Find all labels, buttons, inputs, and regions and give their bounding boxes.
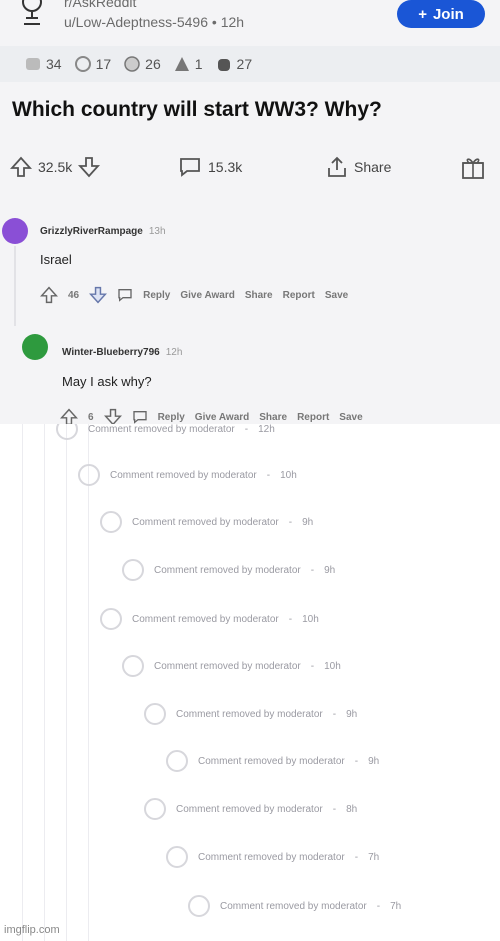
share-button[interactable]: Share [326, 150, 391, 184]
removed-comments-thread: Comment removed by moderator -12h Comment… [0, 424, 500, 941]
award-5[interactable]: 27 [215, 55, 252, 73]
downvote-icon[interactable] [103, 408, 122, 424]
award-icon-5 [217, 59, 230, 71]
deleted-user-icon [144, 703, 166, 725]
deleted-user-icon [166, 750, 188, 772]
removed-comment: Comment removed by moderator -9h [166, 750, 379, 772]
upvote-icon[interactable] [40, 286, 58, 304]
upvote-icon[interactable] [10, 156, 32, 178]
upvote-count: 32.5k [38, 159, 73, 175]
report-button[interactable]: Report [283, 290, 315, 301]
reply-button[interactable]: Reply [143, 290, 170, 301]
upvote-icon[interactable] [60, 408, 78, 424]
thread-line[interactable] [66, 424, 67, 941]
post-screenshot: r/AskReddit u/Low-Adeptness-5496 • 12h +… [0, 0, 500, 424]
post-meta: u/Low-Adeptness-5496 • 12h [64, 14, 244, 30]
award-icon-3 [124, 56, 140, 72]
thread-line[interactable] [14, 246, 16, 326]
comment-icon [180, 158, 200, 177]
awards-bar[interactable]: 34 17 26 1 27 [0, 46, 500, 82]
comment-count: 15.3k [208, 159, 243, 175]
gift-icon [462, 158, 484, 179]
post-title: Which country will start WW3? Why? [12, 98, 382, 121]
removed-comment: Comment removed by moderator -7h [188, 895, 401, 917]
removed-comment: Comment removed by moderator -10h [122, 655, 341, 677]
deleted-user-icon [100, 511, 122, 533]
subreddit-name[interactable]: r/AskReddit [64, 0, 136, 10]
reply-icon[interactable] [117, 287, 133, 303]
deleted-user-icon [78, 464, 100, 486]
subreddit-icon[interactable] [16, 0, 48, 26]
comments-button[interactable]: 15.3k [178, 150, 242, 184]
removed-comment: Comment removed by moderator -8h [144, 798, 357, 820]
join-button[interactable]: + Join [397, 0, 485, 28]
meta-separator: • [211, 14, 217, 30]
share-label: Share [354, 159, 392, 175]
vote-group: 32.5k [10, 150, 101, 184]
give-award-button[interactable]: Give Award [195, 412, 249, 423]
save-button[interactable]: Save [339, 412, 362, 423]
award-2[interactable]: 17 [74, 55, 111, 73]
reply-icon[interactable] [132, 409, 148, 424]
share-button[interactable]: Share [245, 290, 273, 301]
deleted-user-icon [56, 424, 78, 440]
thread-line[interactable] [88, 424, 89, 941]
award-1[interactable]: 34 [24, 55, 62, 73]
award-icon-4 [174, 57, 189, 71]
comment-action-bar: 46 Reply Give Award Share Report Save [40, 286, 348, 304]
post-actions: 32.5k 15.3k Share [0, 150, 500, 184]
thread-line[interactable] [22, 424, 23, 941]
report-button[interactable]: Report [297, 412, 329, 423]
deleted-user-icon [144, 798, 166, 820]
post-time: 12h [220, 14, 245, 30]
deleted-user-icon [166, 846, 188, 868]
downvote-icon[interactable] [78, 156, 101, 178]
avatar[interactable] [22, 334, 48, 360]
comment-body: May I ask why? [62, 374, 152, 389]
reply-button[interactable]: Reply [158, 412, 185, 423]
watermark: imgflip.com [4, 924, 60, 936]
removed-comment: Comment removed by moderator -10h [78, 464, 297, 486]
comment-author: Winter-Blueberry796 12h [62, 347, 183, 358]
award-icon-1 [26, 58, 40, 70]
award-button[interactable] [460, 150, 486, 184]
removed-comment: Comment removed by moderator -10h [100, 608, 319, 630]
comment-action-bar: 6 Reply Give Award Share Report Save [60, 408, 363, 424]
share-button[interactable]: Share [259, 412, 287, 423]
removed-comment: Comment removed by moderator -9h [144, 703, 357, 725]
removed-comment: Comment removed by moderator -7h [166, 846, 379, 868]
avatar[interactable] [2, 218, 28, 244]
deleted-user-icon [122, 655, 144, 677]
award-icon-2 [74, 56, 91, 72]
deleted-user-icon [188, 895, 210, 917]
vote-count: 46 [68, 289, 80, 301]
post-author[interactable]: u/Low-Adeptness-5496 [64, 14, 208, 30]
downvote-icon[interactable] [89, 286, 108, 304]
award-4[interactable]: 1 [173, 55, 203, 73]
comment-body: Israel [40, 252, 72, 267]
deleted-user-icon [100, 608, 122, 630]
award-3[interactable]: 26 [123, 55, 161, 73]
removed-comment: Comment removed by moderator -9h [100, 511, 313, 533]
share-icon [328, 156, 346, 177]
removed-comment: Comment removed by moderator -12h [56, 424, 275, 440]
plus-icon: + [418, 5, 427, 23]
deleted-user-icon [122, 559, 144, 581]
give-award-button[interactable]: Give Award [180, 290, 234, 301]
join-label: Join [432, 5, 464, 23]
comment-author: GrizzlyRiverRampage 13h [40, 226, 166, 237]
thread-line[interactable] [44, 424, 45, 941]
save-button[interactable]: Save [325, 290, 348, 301]
vote-count: 6 [88, 411, 94, 423]
removed-comment: Comment removed by moderator -9h [122, 559, 335, 581]
